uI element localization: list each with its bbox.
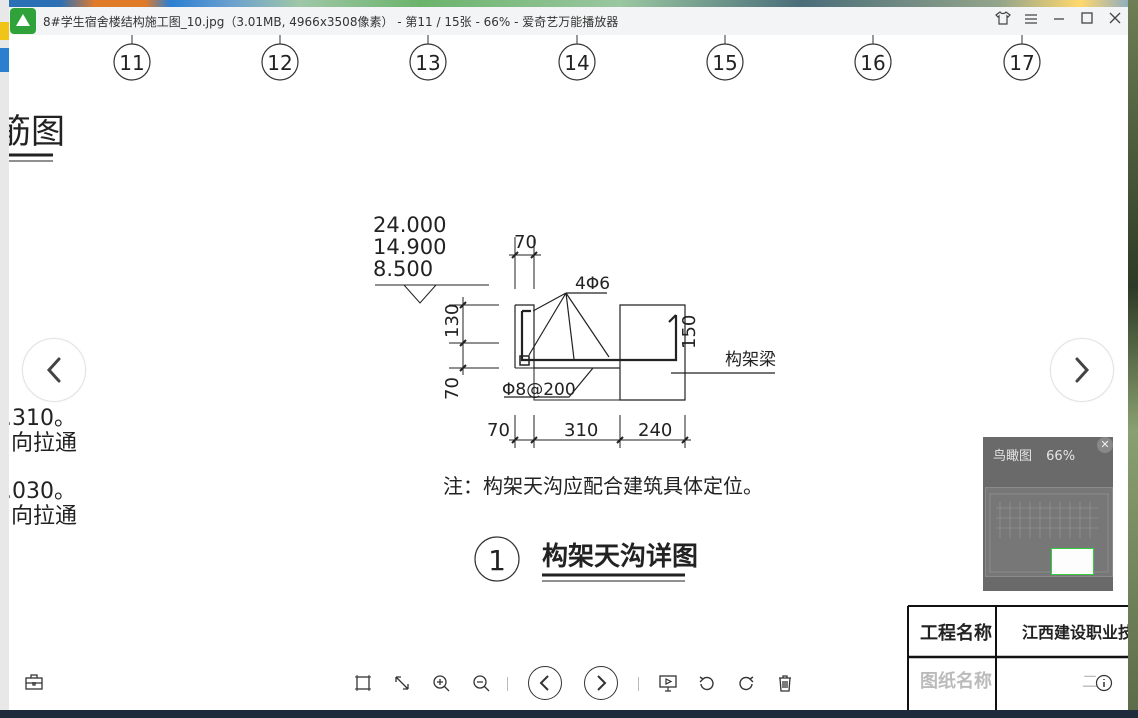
info-icon[interactable] [1093,674,1115,696]
axis-bubble-14: 14 [558,35,596,81]
axis-bubble-16: 16 [854,35,892,81]
desktop-left-edge [0,0,9,718]
svg-text:11: 11 [119,51,144,75]
toolbox-icon[interactable] [23,674,45,696]
toolbar-prev-button[interactable] [528,666,562,700]
app-logo-icon [10,8,36,34]
zoom-in-icon[interactable] [430,674,452,696]
axis-bubble-13: 13 [409,35,447,81]
left-note-1: .310。 [9,406,76,431]
toolbar-separator [507,677,508,691]
dim-70-left: 70 [442,377,463,400]
chevron-right-icon [1075,357,1090,383]
elevation-2: 14.900 [373,235,446,259]
toolbar-separator [638,677,639,691]
elevation-3: 8.500 [373,257,433,281]
title-bar[interactable]: 8#学生宿舍楼结构施工图_10.jpg（3.01MB, 4966x3508像素）… [9,7,1128,35]
rebar-label: 4Φ6 [575,274,610,294]
svg-text:12: 12 [267,51,292,75]
axis-bubble-12: 12 [261,35,299,81]
detail-title: 构架天沟详图 [542,541,698,572]
rotate-left-icon[interactable] [696,674,718,696]
dim-150: 150 [679,315,700,349]
slideshow-icon[interactable] [657,674,679,696]
drawing-note: 注：构架天沟应配合建筑具体定位。 [443,474,763,498]
desktop-right-edge [1128,0,1138,718]
desktop-icon-fragment [0,22,9,40]
zoom-out-icon[interactable] [470,674,492,696]
previous-image-button[interactable] [22,338,86,402]
axis-bubble-17: 17 [1003,35,1041,81]
dim-bottom-70: 70 [487,420,510,441]
axis-bubble-11: 11 [113,35,151,81]
elevation-1: 24.000 [373,213,446,237]
dim-bottom-310: 310 [564,420,598,441]
svg-text:17: 17 [1009,51,1034,75]
dim-bottom-240: 240 [638,420,672,441]
axis-bubble-15: 15 [706,35,744,81]
bottom-toolbar [9,661,1128,710]
detail-number: 1 [488,544,506,577]
birdeye-viewport-selection[interactable] [1051,548,1094,575]
birdeye-panel[interactable]: 鸟瞰图 66% ✕ [983,437,1113,591]
beam-label: 构架梁 [725,350,776,370]
desktop-icon-fragment [0,48,9,72]
svg-text:13: 13 [415,51,440,75]
left-note-4: 向拉通 [11,504,77,529]
birdeye-title: 鸟瞰图 66% [993,445,1075,464]
section-title-partial: 筋图 [9,112,65,152]
dim-top-70: 70 [514,232,537,253]
chevron-left-icon [539,675,549,691]
close-icon[interactable] [1104,11,1126,31]
stirrup-label: Φ8@200 [502,380,576,400]
minimize-icon[interactable] [1048,11,1070,31]
table-value-project: 江西建设职业技术 [1022,623,1128,642]
maximize-icon[interactable] [1076,11,1098,31]
left-note-3: .030。 [9,479,76,504]
birdeye-zoom: 66% [1046,449,1076,464]
structural-drawing: 11 12 13 14 15 16 17 筋图 .310。 向拉通 .030。 … [9,35,1128,710]
svg-text:14: 14 [564,51,589,75]
svg-text:15: 15 [712,51,737,75]
image-viewer-window: 8#学生宿舍楼结构施工图_10.jpg（3.01MB, 4966x3508像素）… [9,7,1128,710]
dim-130: 130 [442,304,463,338]
skin-icon[interactable] [992,11,1014,31]
fullscreen-icon[interactable] [391,674,413,696]
table-label-project: 工程名称 [920,622,992,644]
delete-icon[interactable] [774,674,796,696]
left-note-2: 向拉通 [11,431,77,456]
menu-icon[interactable] [1020,11,1042,31]
chevron-right-icon [597,675,607,691]
birdeye-title-label: 鸟瞰图 [993,449,1033,464]
fit-window-icon[interactable] [352,674,374,696]
toolbar-next-button[interactable] [584,666,618,700]
chevron-left-icon [46,357,61,383]
next-image-button[interactable] [1050,338,1114,402]
rotate-right-icon[interactable] [735,674,757,696]
desktop-taskbar-bottom [0,710,1138,718]
image-canvas[interactable]: 11 12 13 14 15 16 17 筋图 .310。 向拉通 .030。 … [9,35,1128,710]
birdeye-close-icon[interactable]: ✕ [1097,437,1113,453]
svg-text:16: 16 [860,51,885,75]
window-title: 8#学生宿舍楼结构施工图_10.jpg（3.01MB, 4966x3508像素）… [43,15,619,29]
